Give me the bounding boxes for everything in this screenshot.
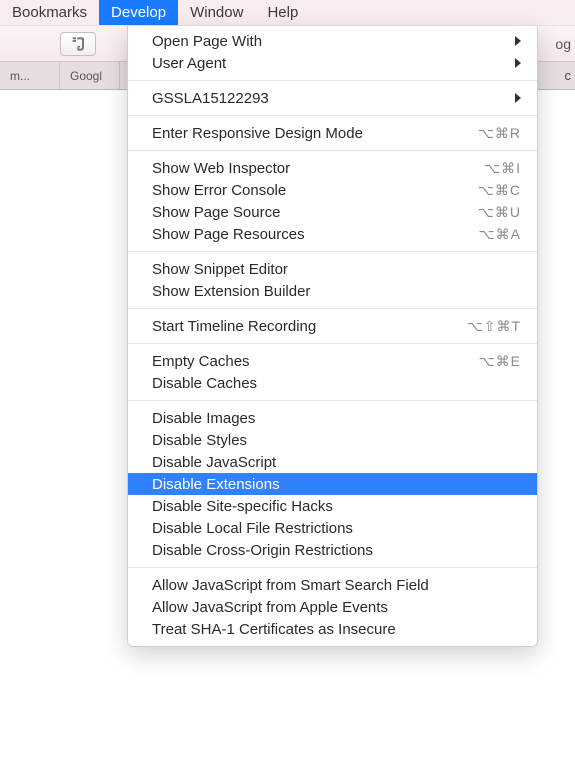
menu-item[interactable]: Show Page Resources⌥⌘A <box>128 223 537 245</box>
menu-item[interactable]: Show Error Console⌥⌘C <box>128 179 537 201</box>
menubar-item-label: Bookmarks <box>12 4 87 21</box>
menu-item-label: Show Extension Builder <box>152 283 521 300</box>
menu-item-shortcut: ⌥⌘U <box>478 204 521 221</box>
menu-item-label: Show Web Inspector <box>152 160 484 177</box>
menu-separator <box>128 115 537 116</box>
menu-item[interactable]: User Agent <box>128 52 537 74</box>
menu-item-label: Show Snippet Editor <box>152 261 521 278</box>
menu-item[interactable]: Start Timeline Recording⌥⇧⌘T <box>128 315 537 337</box>
menu-item-label: Start Timeline Recording <box>152 318 467 335</box>
menubar: Bookmarks Develop Window Help <box>0 0 575 26</box>
menu-item-label: Show Page Source <box>152 204 478 221</box>
menu-item[interactable]: Disable Extensions <box>128 473 537 495</box>
menu-separator <box>128 400 537 401</box>
menu-item[interactable]: GSSLA15122293 <box>128 87 537 109</box>
menu-item-label: Open Page With <box>152 33 515 50</box>
menu-item-label: Disable Site-specific Hacks <box>152 498 521 515</box>
browser-tab[interactable]: m... <box>0 62 60 89</box>
develop-menu-dropdown: Open Page With User Agent GSSLA15122293 Ent… <box>127 26 538 647</box>
menubar-item-label: Window <box>190 4 243 21</box>
browser-tab[interactable]: Googl <box>60 62 120 89</box>
menu-item-label: Disable Styles <box>152 432 521 449</box>
menubar-item-label: Help <box>267 4 298 21</box>
menu-item-shortcut: ⌥⌘A <box>479 226 521 243</box>
menu-item-label: User Agent <box>152 55 515 72</box>
tab-label: Googl <box>70 69 102 83</box>
menu-item-shortcut: ⌥⌘I <box>484 160 521 177</box>
menu-item[interactable]: Show Snippet Editor <box>128 258 537 280</box>
menu-item[interactable]: Disable JavaScript <box>128 451 537 473</box>
tab-label: m... <box>10 69 30 83</box>
menubar-item-window[interactable]: Window <box>178 0 255 25</box>
menu-separator <box>128 567 537 568</box>
menubar-item-help[interactable]: Help <box>255 0 310 25</box>
menu-item-shortcut: ⌥⇧⌘T <box>467 318 521 335</box>
menu-item[interactable]: Disable Cross-Origin Restrictions <box>128 539 537 561</box>
menu-item-shortcut: ⌥⌘E <box>479 353 521 370</box>
menu-item[interactable]: Allow JavaScript from Smart Search Field <box>128 574 537 596</box>
menu-item-label: Show Page Resources <box>152 226 479 243</box>
menu-item[interactable]: Disable Styles <box>128 429 537 451</box>
menu-item-label: Disable Cross-Origin Restrictions <box>152 542 521 559</box>
menu-item[interactable]: Open Page With <box>128 30 537 52</box>
menu-item[interactable]: Enter Responsive Design Mode⌥⌘R <box>128 122 537 144</box>
menu-item-label: Allow JavaScript from Apple Events <box>152 599 521 616</box>
menu-item[interactable]: Show Extension Builder <box>128 280 537 302</box>
menu-item[interactable]: Show Web Inspector⌥⌘I <box>128 157 537 179</box>
menubar-item-develop[interactable]: Develop <box>99 0 178 25</box>
submenu-arrow-icon <box>515 36 521 46</box>
menu-separator <box>128 308 537 309</box>
menu-item-label: Empty Caches <box>152 353 479 370</box>
menu-item[interactable]: Empty Caches⌥⌘E <box>128 350 537 372</box>
evernote-button[interactable] <box>60 32 96 56</box>
toolbar-trailing-text: og <box>555 36 571 52</box>
menubar-item-label: Develop <box>111 4 166 21</box>
menu-separator <box>128 150 537 151</box>
menu-item-label: Disable Extensions <box>152 476 521 493</box>
menu-item-label: Show Error Console <box>152 182 478 199</box>
menu-item-label: Allow JavaScript from Smart Search Field <box>152 577 521 594</box>
submenu-arrow-icon <box>515 93 521 103</box>
menu-item-shortcut: ⌥⌘C <box>478 182 521 199</box>
menu-separator <box>128 251 537 252</box>
menu-item[interactable]: Disable Images <box>128 407 537 429</box>
menu-item-label: Disable Caches <box>152 375 521 392</box>
menubar-item-bookmarks[interactable]: Bookmarks <box>0 0 99 25</box>
menu-item-label: Disable Images <box>152 410 521 427</box>
menu-item[interactable]: Disable Local File Restrictions <box>128 517 537 539</box>
menu-item-label: Treat SHA-1 Certificates as Insecure <box>152 621 521 638</box>
submenu-arrow-icon <box>515 58 521 68</box>
menu-separator <box>128 343 537 344</box>
menu-item-label: Disable Local File Restrictions <box>152 520 521 537</box>
menu-item-label: GSSLA15122293 <box>152 90 515 107</box>
menu-item[interactable]: Disable Site-specific Hacks <box>128 495 537 517</box>
menu-item[interactable]: Allow JavaScript from Apple Events <box>128 596 537 618</box>
evernote-icon <box>70 36 86 52</box>
menu-item-shortcut: ⌥⌘R <box>478 125 521 142</box>
menu-item[interactable]: Disable Caches <box>128 372 537 394</box>
menu-separator <box>128 80 537 81</box>
menu-item[interactable]: Treat SHA-1 Certificates as Insecure <box>128 618 537 640</box>
tabbar-trailing-text: c <box>565 68 572 83</box>
menu-item-label: Enter Responsive Design Mode <box>152 125 478 142</box>
menu-item[interactable]: Show Page Source⌥⌘U <box>128 201 537 223</box>
menu-item-label: Disable JavaScript <box>152 454 521 471</box>
